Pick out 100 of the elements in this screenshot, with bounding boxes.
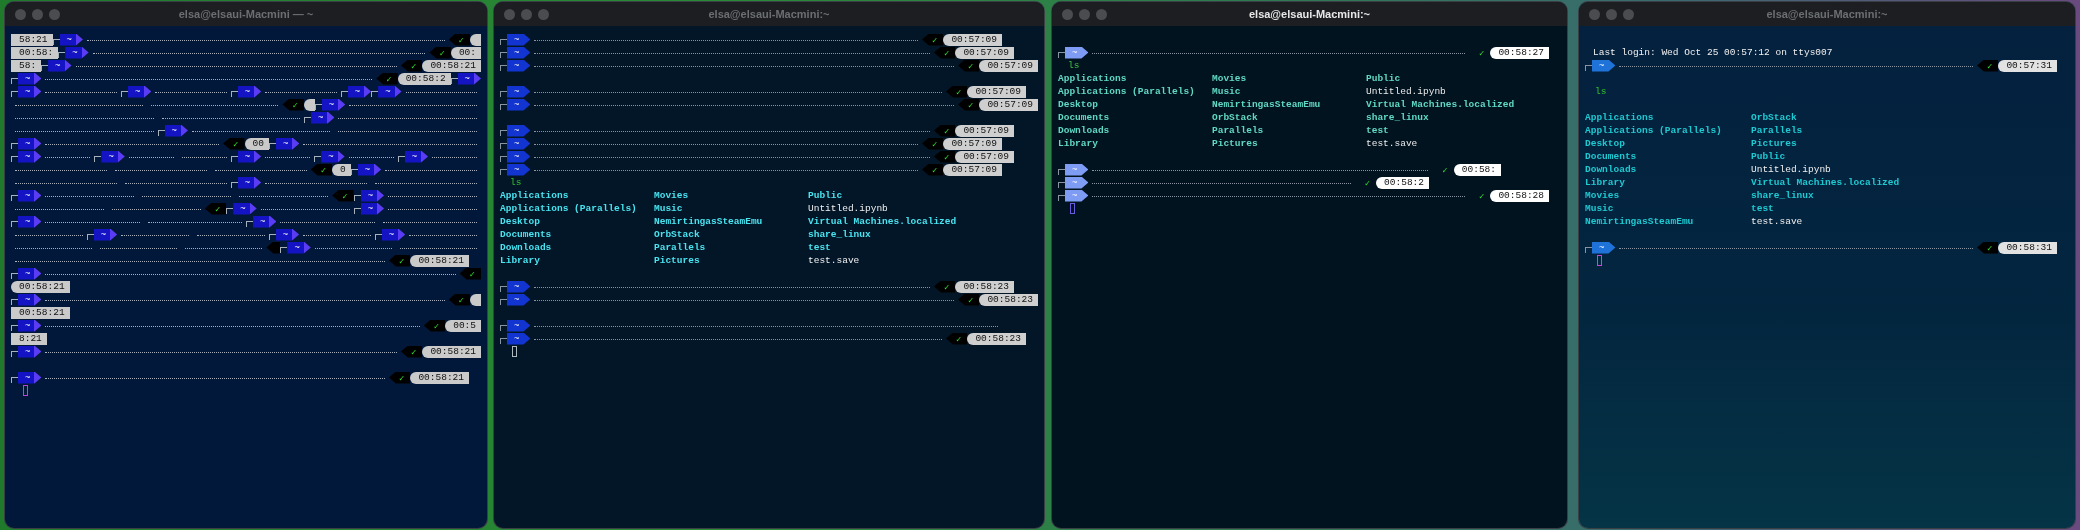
- folder-name: Applications (Parallels): [1585, 124, 1722, 137]
- folder-name: Parallels: [1212, 124, 1264, 137]
- folder-name: Pictures: [1212, 137, 1258, 150]
- folder-name: Desktop: [1058, 98, 1098, 111]
- directory-segment: ~: [404, 150, 429, 163]
- check-mark: ✓: [204, 202, 227, 215]
- folder-name: Public: [1751, 150, 1786, 163]
- folder-name: Music: [1585, 202, 1614, 215]
- folder-name: Pictures: [654, 254, 700, 267]
- check-mark: ✓: [1477, 189, 1486, 202]
- file-name: Untitled.ipynb: [1366, 85, 1446, 98]
- directory-segment: ~: [1065, 163, 1089, 176]
- directory-segment: ~: [507, 98, 531, 111]
- directory-segment: ~: [48, 59, 72, 72]
- check-mark: ✓: [921, 137, 944, 150]
- directory-segment: ~: [18, 215, 42, 228]
- window-title: elsa@elsaui-Macmini:~: [1766, 8, 1888, 20]
- folder-name: NemirtingasSteamEmu: [1212, 98, 1321, 111]
- folder-name: Documents: [1058, 111, 1110, 124]
- folder-name: Downloads: [1585, 163, 1637, 176]
- check-mark: ✓: [957, 293, 980, 306]
- text-cursor: [1070, 203, 1075, 214]
- directory-segment: ~: [360, 189, 385, 202]
- minimize-button[interactable]: [1079, 9, 1090, 20]
- folder-name: Parallels: [1751, 124, 1803, 137]
- window-title: elsa@elsaui-Macmini — ~: [178, 8, 314, 20]
- directory-segment: ~: [378, 85, 402, 98]
- check-mark: ✓: [921, 163, 944, 176]
- time-segment: 00: [244, 137, 269, 150]
- time-segment: 00:57:09: [979, 98, 1038, 111]
- check-mark: ✓: [1477, 46, 1486, 59]
- close-button[interactable]: [1589, 9, 1600, 20]
- minimize-button[interactable]: [1606, 9, 1617, 20]
- folder-name: Applications: [500, 189, 569, 202]
- directory-segment: ~: [507, 85, 531, 98]
- time-segment: [470, 293, 481, 306]
- directory-segment: ~: [1065, 176, 1089, 189]
- directory-segment: ~: [507, 46, 531, 59]
- zoom-button[interactable]: [1623, 9, 1634, 20]
- directory-segment: ~: [93, 228, 118, 241]
- directory-segment: ~: [1065, 189, 1089, 202]
- time-segment: 00:57:09: [967, 85, 1026, 98]
- time-segment: 00:58:21: [422, 59, 481, 72]
- directory-segment: ~: [233, 202, 257, 215]
- check-mark: ✓: [423, 319, 446, 332]
- directory-segment: ~: [275, 137, 300, 150]
- time-segment: 00:58:27: [1490, 46, 1549, 59]
- folder-name: share_linux: [1366, 111, 1429, 124]
- time-segment: 00:58:23: [967, 332, 1026, 345]
- check-mark: ✓: [933, 280, 956, 293]
- folder-name: Documents: [500, 228, 552, 241]
- check-mark: ✓: [448, 293, 470, 306]
- directory-segment: ~: [237, 85, 262, 98]
- check-mark: ✓: [310, 163, 333, 176]
- folder-name: Movies: [1585, 189, 1620, 202]
- directory-segment: ~: [287, 241, 311, 254]
- folder-name: Downloads: [1058, 124, 1110, 137]
- check-mark: ✓: [1441, 163, 1449, 176]
- time-segment: 00:5: [445, 319, 481, 332]
- close-button[interactable]: [15, 9, 26, 20]
- zoom-button[interactable]: [538, 9, 549, 20]
- folder-name: Virtual Machines.localized: [1751, 176, 1900, 189]
- minimize-button[interactable]: [521, 9, 532, 20]
- directory-segment: ~: [507, 137, 531, 150]
- check-mark: ✓: [1363, 176, 1372, 189]
- directory-segment: ~: [18, 85, 42, 98]
- directory-segment: ~: [1065, 46, 1089, 59]
- directory-segment: ~: [18, 293, 42, 306]
- directory-segment: ~: [507, 59, 531, 72]
- directory-segment: ~: [1592, 241, 1616, 254]
- check-mark: ✓: [921, 33, 944, 46]
- folder-name: Music: [1212, 85, 1241, 98]
- check-mark: ✓: [945, 332, 968, 345]
- directory-segment: ~: [357, 163, 382, 176]
- minimize-button[interactable]: [32, 9, 43, 20]
- zoom-button[interactable]: [1096, 9, 1107, 20]
- check-mark: ✓: [1976, 241, 1999, 254]
- folder-name: Applications (Parallels): [1058, 85, 1195, 98]
- folder-name: Applications: [1585, 111, 1654, 124]
- text-cursor: [512, 346, 517, 357]
- close-button[interactable]: [1062, 9, 1073, 20]
- directory-segment: ~: [127, 85, 152, 98]
- zoom-button[interactable]: [49, 9, 60, 20]
- directory-segment: ~: [507, 124, 531, 137]
- folder-name: Music: [654, 202, 683, 215]
- status-segment: [266, 241, 281, 254]
- time-segment: 58:21: [11, 33, 53, 46]
- close-button[interactable]: [504, 9, 515, 20]
- folder-name: share_linux: [1751, 189, 1814, 202]
- folder-name: OrbStack: [654, 228, 700, 241]
- directory-segment: ~: [275, 228, 300, 241]
- folder-name: share_linux: [808, 228, 871, 241]
- command-text: ls: [1595, 85, 1607, 98]
- time-segment: 00:58:: [11, 46, 59, 59]
- file-name: Untitled.ipynb: [1751, 163, 1831, 176]
- directory-segment: ~: [253, 215, 277, 228]
- folder-name: Library: [1585, 176, 1625, 189]
- directory-segment: ~: [507, 332, 531, 345]
- time-segment: 00:57:09: [955, 124, 1014, 137]
- file-name: test.save: [808, 254, 860, 267]
